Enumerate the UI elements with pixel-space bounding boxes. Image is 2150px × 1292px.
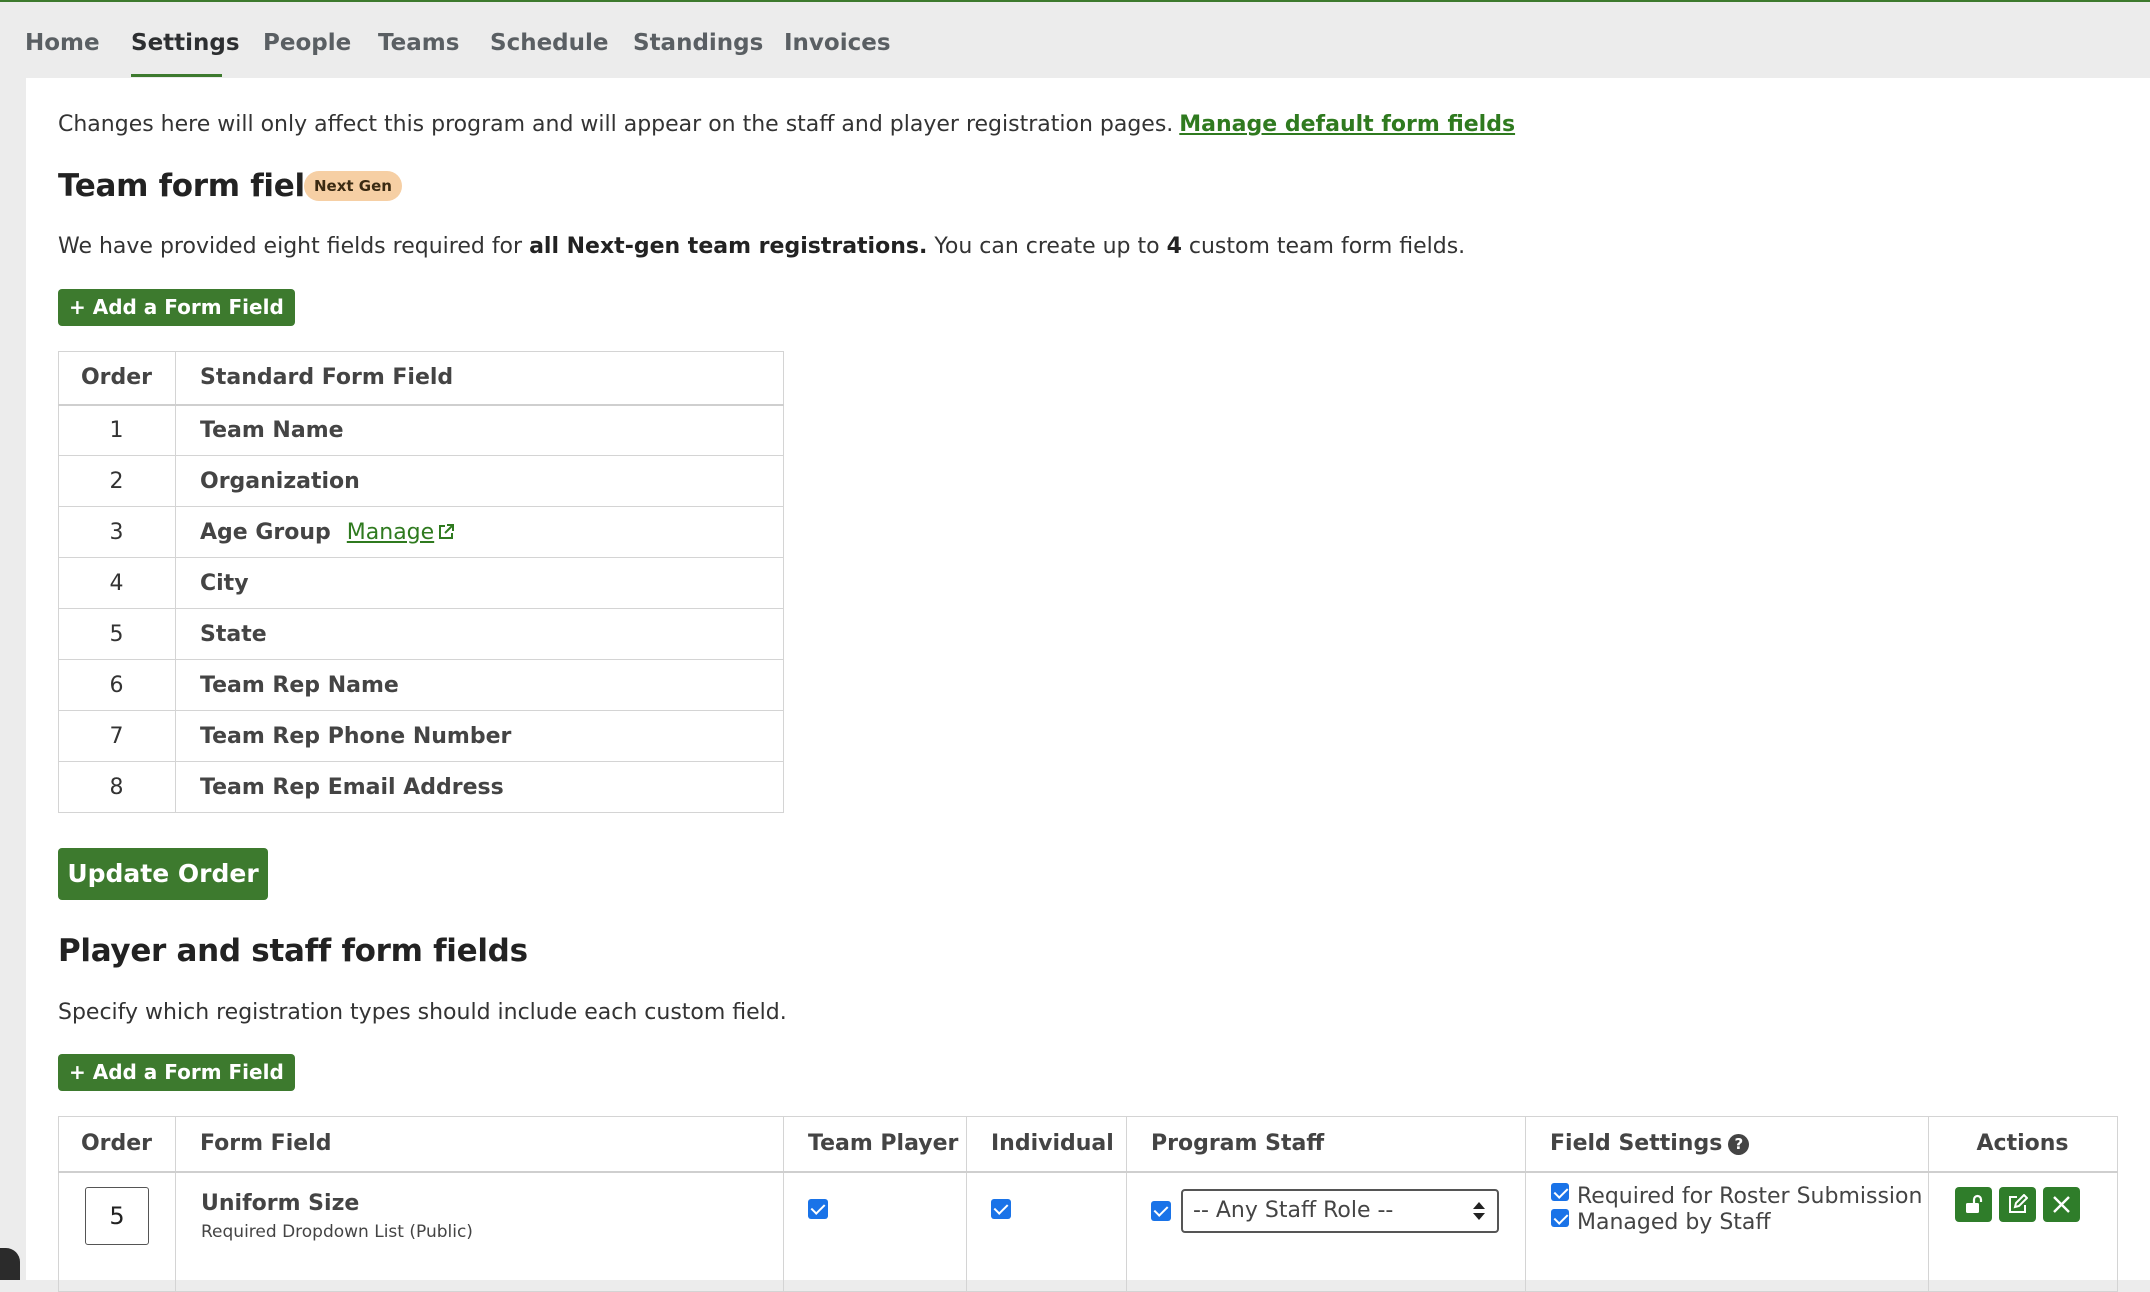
program-staff-checkbox[interactable] (1151, 1200, 1171, 1221)
field-name: Uniform Size (201, 1190, 360, 1216)
tab-people[interactable]: People (263, 30, 351, 56)
intro-message: Changes here will only affect this progr… (58, 112, 1174, 137)
table-row: 7 Team Rep Phone Number (58, 710, 784, 762)
row-order: 7 (58, 710, 176, 762)
table-row: 4 City (58, 557, 784, 609)
standard-form-field-header: Standard Form Field (175, 351, 784, 406)
managed-by-staff-checkbox[interactable] (1551, 1208, 1569, 1227)
table-row: 6 Team Rep Name (58, 659, 784, 711)
table-row: 8 Team Rep Email Address (58, 761, 784, 813)
managed-by-staff-setting: Managed by Staff (1551, 1208, 1927, 1235)
field-settings-header: Field Settings? (1525, 1116, 1929, 1173)
manage-link-label: Manage (346, 519, 435, 545)
field-subtitle: Required Dropdown List (Public) (201, 1221, 473, 1242)
manage-age-group-link[interactable]: Manage (347, 520, 455, 545)
row-field: Team Rep Email Address (175, 761, 784, 813)
actions-header: Actions (1928, 1116, 2118, 1173)
staff-role-select[interactable]: -- Any Staff Role -- (1181, 1188, 1499, 1233)
row-order: 5 (58, 608, 176, 660)
row-field: Team Rep Name (175, 659, 784, 711)
delete-button[interactable] (2043, 1186, 2080, 1222)
edit-button[interactable] (1999, 1186, 2036, 1222)
add-player-form-field-button[interactable]: + Add a Form Field (58, 1054, 295, 1091)
required-roster-setting: Required for Roster Submission (1551, 1182, 1927, 1209)
top-nav: Home Settings People Teams Schedule Stan… (0, 2, 2150, 78)
edit-icon (2009, 1193, 2028, 1213)
tab-standings[interactable]: Standings (633, 30, 763, 56)
individual-cell (966, 1171, 1127, 1292)
tab-schedule[interactable]: Schedule (490, 30, 609, 56)
tab-home[interactable]: Home (25, 30, 100, 56)
individual-header: Individual (966, 1116, 1127, 1173)
next-gen-badge: Next Gen (304, 171, 402, 201)
row-field: State (175, 608, 784, 660)
table-row: 2 Organization (58, 455, 784, 507)
unlock-icon (1966, 1194, 1983, 1213)
team-form-fields-title: Team form fields (58, 168, 345, 204)
row-order: 4 (58, 557, 176, 609)
tab-invoices[interactable]: Invoices (784, 30, 891, 56)
window-corner (0, 1248, 20, 1280)
team-player-cell (783, 1171, 967, 1292)
row-field: Team Rep Phone Number (175, 710, 784, 762)
tab-settings[interactable]: Settings (131, 30, 240, 56)
custom-fields-table: Order Form Field Team Player Individual … (58, 1116, 2118, 1292)
table-row: 5 Uniform Size Required Dropdown List (P… (58, 1171, 2118, 1292)
program-staff-header: Program Staff (1126, 1116, 1526, 1173)
table-header-row: Order Form Field Team Player Individual … (58, 1116, 2118, 1173)
row-field: Organization (175, 455, 784, 507)
row-field: Team Name (175, 404, 784, 456)
form-field-header: Form Field (175, 1116, 784, 1173)
add-team-form-field-button[interactable]: + Add a Form Field (58, 289, 295, 326)
field-settings-cell: Required for Roster Submission Managed b… (1525, 1171, 1929, 1292)
row-order: 6 (58, 659, 176, 711)
select-arrows-icon (1473, 1201, 1485, 1220)
external-link-icon (439, 523, 455, 539)
help-icon[interactable]: ? (1728, 1134, 1750, 1156)
staff-role-value: -- Any Staff Role -- (1193, 1197, 1394, 1223)
program-staff-cell: -- Any Staff Role -- (1126, 1171, 1526, 1292)
row-order: 3 (58, 506, 176, 558)
actions-cell (1928, 1171, 2118, 1292)
team-player-header: Team Player (783, 1116, 967, 1173)
desc-count: 4 (1166, 234, 1182, 259)
desc-part-1: We have provided eight fields required f… (58, 234, 530, 259)
field-settings-label: Field Settings (1550, 1131, 1723, 1157)
standard-fields-table: Order Standard Form Field 1 Team Name 2 … (58, 351, 784, 813)
team-player-checkbox[interactable] (808, 1198, 828, 1219)
unlock-button[interactable] (1955, 1186, 1992, 1222)
table-row: 3 Age Group Manage (58, 506, 784, 558)
desc-part-3: custom team form fields. (1181, 234, 1466, 259)
row-order: 1 (58, 404, 176, 456)
table-header-row: Order Standard Form Field (58, 351, 784, 406)
player-staff-form-fields-title: Player and staff form fields (58, 933, 528, 969)
row-field-age-group: Age Group Manage (175, 506, 784, 558)
close-icon (2053, 1195, 2070, 1213)
individual-checkbox[interactable] (991, 1198, 1011, 1219)
form-field-cell: Uniform Size Required Dropdown List (Pub… (175, 1171, 784, 1292)
required-roster-checkbox[interactable] (1551, 1182, 1569, 1201)
manage-default-form-fields-link[interactable]: Manage default form fields (1179, 112, 1515, 137)
row-order: 8 (58, 761, 176, 813)
required-roster-label: Required for Roster Submission (1577, 1183, 1923, 1209)
desc-bold: all Next-gen team registrations. (529, 234, 928, 259)
order-header: Order (58, 351, 176, 406)
update-order-button[interactable]: Update Order (58, 848, 268, 900)
table-row: 1 Team Name (58, 404, 784, 456)
desc-part-2: You can create up to (927, 234, 1167, 259)
table-row: 5 State (58, 608, 784, 660)
row-order: 2 (58, 455, 176, 507)
managed-by-staff-label: Managed by Staff (1577, 1209, 1771, 1235)
active-tab-underline (131, 74, 222, 77)
settings-panel: Changes here will only affect this progr… (26, 78, 2150, 1292)
player-section-description: Specify which registration types should … (58, 1000, 787, 1025)
order-input[interactable]: 5 (85, 1186, 149, 1245)
team-section-description: We have provided eight fields required f… (58, 234, 1465, 259)
order-header: Order (58, 1116, 176, 1173)
order-cell: 5 (58, 1171, 176, 1292)
intro-text: Changes here will only affect this progr… (58, 112, 1515, 137)
row-field: Age Group (200, 519, 331, 545)
tab-teams[interactable]: Teams (378, 30, 459, 56)
row-field: City (175, 557, 784, 609)
